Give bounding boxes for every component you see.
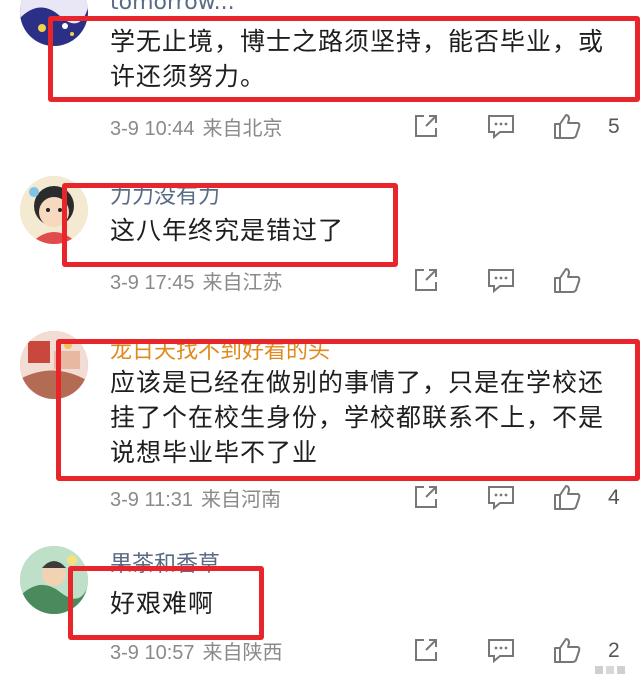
like-button[interactable] (552, 266, 582, 294)
comment-location: 来自北京 (202, 116, 283, 140)
comment-actions (400, 266, 640, 298)
like-button[interactable] (552, 636, 582, 664)
comment-text-line: 学无止境，博士之路须坚持，能否毕业，或 (110, 27, 605, 56)
comment-text: 这八年终究是错过了 (110, 213, 344, 248)
comment-meta: 3-9 10:57 来自陕西 (110, 640, 283, 665)
comment-time: 3-9 10:44 (110, 118, 195, 140)
comment-meta: 3-9 11:31 来自河南 (110, 487, 281, 512)
comment-location: 来自河南 (201, 487, 282, 511)
thumbs-up-icon (554, 268, 581, 293)
share-button[interactable] (412, 112, 440, 140)
comment-icon (488, 269, 514, 294)
comment-button[interactable] (486, 266, 516, 294)
comment-text-line: 应该是已经在做别的事情了，只是在学校还 (110, 368, 605, 397)
comment-time: 3-9 11:31 (110, 489, 194, 511)
comment-icon (488, 486, 514, 511)
watermark-logo (594, 662, 626, 676)
comment-location: 来自江苏 (202, 270, 283, 294)
share-icon (415, 639, 437, 661)
share-icon (415, 115, 437, 137)
comment-button[interactable] (486, 483, 516, 511)
comment-text: 学无止境，博士之路须坚持，能否毕业，或 许还须努力。 (110, 24, 604, 94)
comment-icon (488, 639, 514, 664)
comment-meta: 3-9 17:45 来自江苏 (110, 270, 283, 295)
comment-actions: 5 (400, 112, 640, 144)
comment-time: 3-9 10:57 (110, 642, 195, 664)
share-button[interactable] (412, 266, 440, 294)
share-button[interactable] (412, 636, 440, 664)
comment-text: 应该是已经在做别的事情了，只是在学校还 挂了个在校生身份，学校都联系不上，不是 … (110, 365, 604, 470)
comment-item: 果茶和香草 好艰难啊 3-9 10:57 来自陕西 2 (0, 540, 640, 690)
comment-location: 来自陕西 (202, 640, 283, 664)
comment-text: 好艰难啊 (110, 586, 214, 621)
thumbs-up-icon (554, 485, 581, 510)
comment-actions: 4 (400, 483, 640, 515)
comment-item: 力力没有力 这八年终究是错过了 3-9 17:45 来自江苏 (0, 170, 640, 310)
like-count: 2 (608, 639, 620, 662)
comment-text-line: 好艰难啊 (110, 589, 215, 618)
comment-time: 3-9 17:45 (110, 272, 195, 294)
comment-item: 龙日天找不到好看的头 应该是已经在做别的事情了，只是在学校还 挂了个在校生身份，… (0, 325, 640, 525)
thumbs-up-icon (554, 638, 581, 663)
like-button[interactable] (552, 483, 582, 511)
share-icon (415, 269, 437, 291)
comment-button[interactable] (486, 112, 516, 140)
share-icon (415, 486, 437, 508)
comment-icon (488, 115, 514, 140)
comment-text-line: 说想毕业毕不了业 (110, 438, 319, 467)
share-button[interactable] (412, 483, 440, 511)
comment-meta: 3-9 10:44 来自北京 (110, 116, 283, 141)
comment-text-line: 这八年终究是错过了 (110, 216, 345, 245)
comment-item: tomorrow... 学无止境，博士之路须坚持，能否毕业，或 许还须努力。 3… (0, 0, 640, 160)
thumbs-up-icon (554, 114, 581, 139)
username[interactable]: tomorrow... (110, 0, 235, 16)
like-count: 5 (608, 115, 620, 138)
comment-text-line: 挂了个在校生身份，学校都联系不上，不是 (110, 403, 605, 432)
like-count: 4 (608, 486, 620, 509)
like-button[interactable] (552, 112, 582, 140)
comment-button[interactable] (486, 636, 516, 664)
comment-text-line: 许还须努力。 (110, 62, 267, 91)
